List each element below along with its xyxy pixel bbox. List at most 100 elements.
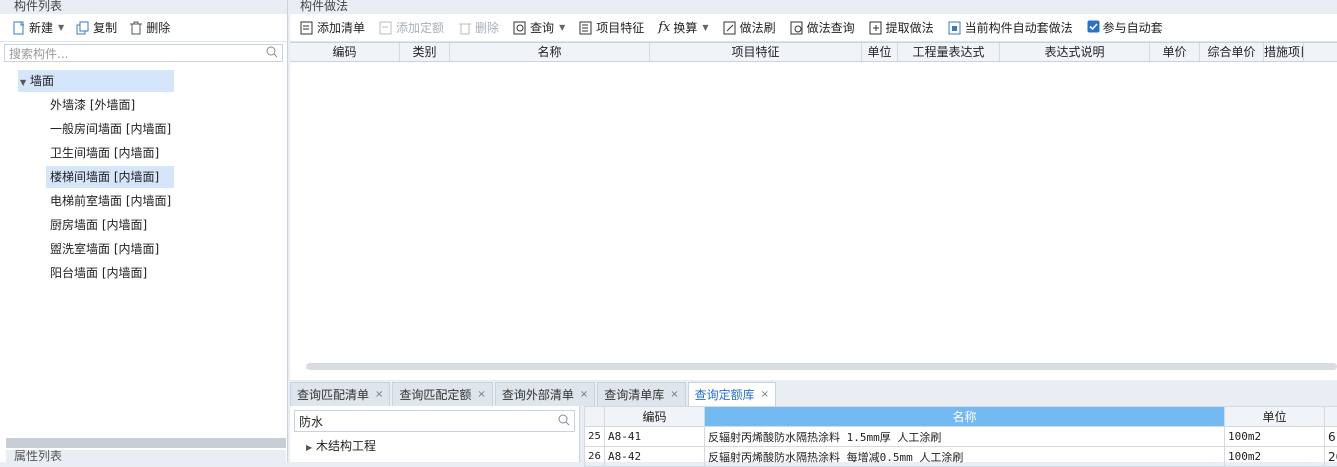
chevron-down-icon[interactable]: ▼ [58, 23, 64, 32]
close-icon[interactable]: × [761, 384, 769, 406]
quota-search-input[interactable]: 防水 [294, 410, 575, 432]
column-header-8[interactable]: 综合单价 [1200, 43, 1264, 61]
tree-item-label: 木结构工程 [316, 439, 376, 453]
close-icon[interactable]: × [477, 384, 485, 406]
tree-item-label: 楼梯间墙面 [内墙面] [50, 170, 159, 184]
component-toolbar: 新建 ▼ 复制 删除 [0, 14, 287, 42]
column-header-5[interactable]: 工程量表达式 [898, 43, 1000, 61]
tree-root-label: 墙面 [30, 74, 54, 88]
query-tab-3[interactable]: 查询清单库 × [597, 382, 685, 406]
copy-button[interactable]: 复制 [72, 17, 121, 39]
tree-item-1[interactable]: 一般房间墙面 [内墙面] [46, 118, 174, 140]
query-tab-2[interactable]: 查询外部清单 × [495, 382, 595, 406]
cell-code: A8-41 [605, 427, 705, 447]
chevron-down-icon[interactable]: ▼ [559, 23, 565, 32]
cell-no: 25 [585, 427, 605, 447]
item-feature-button[interactable]: 项目特征 [575, 17, 648, 39]
table-row[interactable]: 25A8-41反辐射丙烯酸防水隔热涂料 1.5mm厚 人工涂刷100m261 [585, 427, 1337, 447]
query-button[interactable]: 查询 ▼ [509, 17, 569, 39]
chevron-down-icon[interactable]: ▼ [702, 23, 708, 32]
tab-label: 查询匹配定额 [399, 384, 471, 406]
component-method-panel: 构件做法 添加清单 添加定额 删除 查询 ▼ 项目特征 fx 换算 ▼ [290, 0, 1337, 380]
tree-item-wood[interactable]: ▶ 木结构工程 [290, 436, 579, 458]
cell-no: 26 [585, 447, 605, 467]
tree-item-0[interactable]: 外墙漆 [外墙面] [46, 94, 174, 116]
convert-button[interactable]: fx 换算 ▼ [654, 17, 712, 39]
tab-label: 查询清单库 [604, 384, 664, 406]
column-header-7[interactable]: 单价 [1150, 43, 1200, 61]
new-document-icon [12, 21, 26, 35]
close-icon[interactable]: × [580, 384, 588, 406]
copy-label: 复制 [93, 19, 117, 36]
quota-search-value: 防水 [299, 413, 323, 430]
tab-label: 查询匹配清单 [297, 384, 369, 406]
delete-button[interactable]: 删除 [125, 17, 174, 39]
column-header-4[interactable]: 单位 [862, 43, 898, 61]
column-header-6[interactable]: 表达式说明 [1000, 43, 1150, 61]
search-icon[interactable] [266, 46, 278, 61]
component-tree: ▼ 墙面 外墙漆 [外墙面]一般房间墙面 [内墙面] 卫生间墙面 [内墙面] 楼梯间… [0, 64, 287, 284]
table-row[interactable]: 26A8-42反辐射丙烯酸防水隔热涂料 每增减0.5mm 人工涂刷100m220 [585, 447, 1337, 467]
tree-item-label: 盥洗室墙面 [内墙面] [50, 242, 159, 256]
splitter[interactable] [6, 438, 286, 448]
tab-label: 查询外部清单 [502, 384, 574, 406]
auto-set-label: 当前构件自动套做法 [965, 19, 1073, 36]
add-list-label: 添加清单 [317, 19, 365, 36]
add-list-button[interactable]: 添加清单 [296, 17, 369, 39]
method-query-label: 做法查询 [807, 19, 855, 36]
query-tabs: 查询匹配清单 × 查询匹配定额 × 查询外部清单 × 查询清单库 × 查询定额库 × [290, 380, 1337, 406]
new-button[interactable]: 新建 ▼ [8, 17, 68, 39]
feature-icon [579, 21, 593, 35]
extra-column-header [1325, 407, 1337, 427]
tree-item-6[interactable]: 盥洗室墙面 [内墙面] [46, 238, 174, 260]
tree-item-4[interactable]: 电梯前室墙面 [内墙面] [46, 190, 174, 212]
close-icon[interactable]: × [375, 384, 383, 406]
close-icon[interactable]: × [670, 384, 678, 406]
add-quota-icon [379, 21, 393, 35]
code-column-header[interactable]: 编码 [605, 407, 705, 427]
expand-arrow-icon[interactable]: ▼ [20, 78, 26, 87]
participate-checkbox[interactable]: 参与自动套 [1083, 17, 1167, 39]
search-icon[interactable] [558, 414, 570, 429]
cell-unit: 100m2 [1225, 447, 1325, 467]
tree-item-label: 卫生间墙面 [内墙面] [50, 146, 159, 160]
tree-item-2[interactable]: 卫生间墙面 [内墙面] [46, 142, 174, 164]
name-column-header[interactable]: 名称 [705, 407, 1225, 427]
horizontal-scrollbar[interactable] [306, 363, 1337, 370]
copy-icon [76, 21, 90, 35]
column-header-3[interactable]: 项目特征 [650, 43, 862, 61]
function-icon: fx [658, 20, 670, 35]
cell-extra: 20 [1325, 447, 1337, 467]
new-label: 新建 [29, 19, 53, 36]
add-quota-button[interactable]: 添加定额 [375, 17, 448, 39]
quota-library-grid: 编码 名称 单位 25A8-41反辐射丙烯酸防水隔热涂料 1.5mm厚 人工涂刷… [584, 406, 1337, 462]
extract-method-button[interactable]: 提取做法 [865, 17, 938, 39]
checkbox-checked-icon[interactable] [1087, 20, 1100, 36]
query-tree-panel: 防水 ▶ 木结构工程 [290, 406, 580, 462]
tree-item-5[interactable]: 厨房墙面 [内墙面] [46, 214, 174, 236]
tree-root-node[interactable]: ▼ 墙面 [18, 70, 174, 92]
add-quota-label: 添加定额 [396, 19, 444, 36]
query-tab-0[interactable]: 查询匹配清单 × [290, 382, 390, 406]
extract-label: 提取做法 [886, 19, 934, 36]
trash-icon [129, 21, 143, 35]
auto-set-button[interactable]: 当前构件自动套做法 [944, 17, 1077, 39]
add-list-icon [300, 21, 314, 35]
tree-item-3[interactable]: 楼梯间墙面 [内墙面] [46, 166, 174, 188]
unit-column-header[interactable]: 单位 [1225, 407, 1325, 427]
column-header-9[interactable]: 措施项目 [1264, 43, 1304, 61]
column-header-1[interactable]: 类别 [400, 43, 450, 61]
column-header-0[interactable]: 编码 [290, 43, 400, 61]
method-query-button[interactable]: 做法查询 [786, 17, 859, 39]
query-tab-4[interactable]: 查询定额库 × [688, 382, 776, 406]
tab-label: 查询定额库 [695, 384, 755, 406]
column-header-2[interactable]: 名称 [450, 43, 650, 61]
query-label: 查询 [530, 19, 554, 36]
component-search-input[interactable]: 搜索构件... [4, 44, 283, 62]
query-tab-1[interactable]: 查询匹配定额 × [392, 382, 492, 406]
method-delete-button[interactable]: 删除 [454, 17, 503, 39]
expand-arrow-icon[interactable]: ▶ [306, 443, 312, 452]
tree-item-7[interactable]: 阳台墙面 [内墙面] [46, 262, 174, 284]
method-grid-body[interactable] [290, 64, 1337, 380]
method-brush-button[interactable]: 做法刷 [719, 17, 780, 39]
